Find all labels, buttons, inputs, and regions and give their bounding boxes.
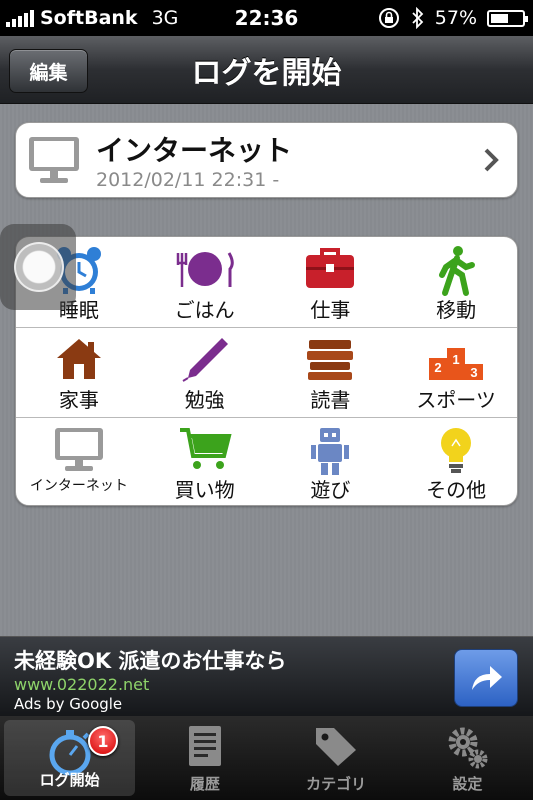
ad-attribution: Ads by Google xyxy=(14,695,123,713)
category-internet[interactable]: インターネット xyxy=(16,418,142,505)
category-label: 勉強 xyxy=(184,388,225,412)
podium-second: 2 xyxy=(435,360,442,375)
tab-bar: 1 ログ開始 履歴 カテゴリ 設定 xyxy=(0,716,533,800)
category-play[interactable]: 遊び xyxy=(268,418,394,505)
books-icon xyxy=(307,340,354,380)
category-grid: 睡眠 ごはん 仕事 移動 家事 勉強 読書 1 2 3 スポーツ インターネット… xyxy=(15,236,518,506)
tab-settings[interactable]: 設定 xyxy=(402,716,533,800)
category-label: 仕事 xyxy=(310,298,351,322)
category-housework[interactable]: 家事 xyxy=(16,328,142,417)
tab-label: 設定 xyxy=(452,775,483,793)
rotation-lock-icon xyxy=(378,8,399,28)
chevron-right-icon xyxy=(484,148,499,172)
ad-url: www.022022.net xyxy=(14,675,150,694)
robot-icon xyxy=(311,428,350,475)
category-label: 遊び xyxy=(310,478,351,502)
category-shopping[interactable]: 買い物 xyxy=(142,418,268,505)
tab-label: ログ開始 xyxy=(39,771,100,789)
podium-third: 3 xyxy=(471,365,478,380)
category-reading[interactable]: 読書 xyxy=(268,328,394,417)
category-label: 移動 xyxy=(436,298,477,322)
navigation-bar: 編集 ログを開始 xyxy=(0,36,533,104)
category-label: その他 xyxy=(426,478,487,502)
category-work[interactable]: 仕事 xyxy=(268,237,394,327)
assistive-touch-button[interactable] xyxy=(0,224,76,310)
status-bar: SoftBank 3G 22:36 57% xyxy=(0,0,533,36)
briefcase-icon xyxy=(306,248,355,288)
tag-icon xyxy=(316,728,357,766)
battery-icon xyxy=(487,9,528,27)
category-label: インターネット xyxy=(29,478,128,494)
battery-percent: 57% xyxy=(434,7,477,29)
share-arrow-icon xyxy=(472,666,502,690)
monitor-icon xyxy=(29,137,79,183)
walking-person-icon xyxy=(439,246,476,296)
category-label: スポーツ xyxy=(416,388,496,412)
tab-start-log[interactable]: 1 ログ開始 xyxy=(4,720,136,796)
tab-label: 履歴 xyxy=(189,775,220,793)
category-meal[interactable]: ごはん xyxy=(142,237,268,327)
category-other[interactable]: その他 xyxy=(393,418,517,505)
house-icon xyxy=(56,339,101,379)
category-study[interactable]: 勉強 xyxy=(142,328,268,417)
category-label: 読書 xyxy=(310,388,351,412)
shopping-cart-icon xyxy=(179,428,232,469)
pen-icon xyxy=(182,338,228,382)
page-title: ログを開始 xyxy=(191,56,342,91)
category-label: 家事 xyxy=(58,388,99,412)
category-sports[interactable]: 1 2 3 スポーツ xyxy=(393,328,517,417)
current-activity-name: インターネット xyxy=(96,134,293,167)
document-icon xyxy=(188,726,221,766)
assistive-touch-icon xyxy=(14,242,64,292)
lightbulb-icon xyxy=(441,428,472,473)
current-activity-card[interactable]: インターネット 2012/02/11 22:31 - xyxy=(15,122,518,198)
podium-first: 1 xyxy=(453,352,460,367)
tab-history[interactable]: 履歴 xyxy=(139,716,270,800)
ad-banner[interactable]: 未経験OK 派遣のお仕事なら www.022022.net Ads by Goo… xyxy=(0,636,533,716)
tab-label: カテゴリ xyxy=(306,775,367,793)
category-travel[interactable]: 移動 xyxy=(393,237,517,327)
podium-icon: 1 2 3 xyxy=(429,348,484,380)
ad-headline: 未経験OK 派遣のお仕事なら xyxy=(14,649,287,673)
tab-category[interactable]: カテゴリ xyxy=(271,716,402,800)
current-activity-date: 2012/02/11 22:31 - xyxy=(96,169,280,191)
category-label: ごはん xyxy=(174,298,235,322)
gears-icon xyxy=(448,727,488,769)
bluetooth-icon xyxy=(412,7,424,29)
notification-badge: 1 xyxy=(88,726,118,756)
plate-icon xyxy=(176,252,234,287)
monitor-icon xyxy=(54,428,103,471)
ad-open-button[interactable] xyxy=(454,649,518,707)
category-label: 買い物 xyxy=(174,478,235,502)
